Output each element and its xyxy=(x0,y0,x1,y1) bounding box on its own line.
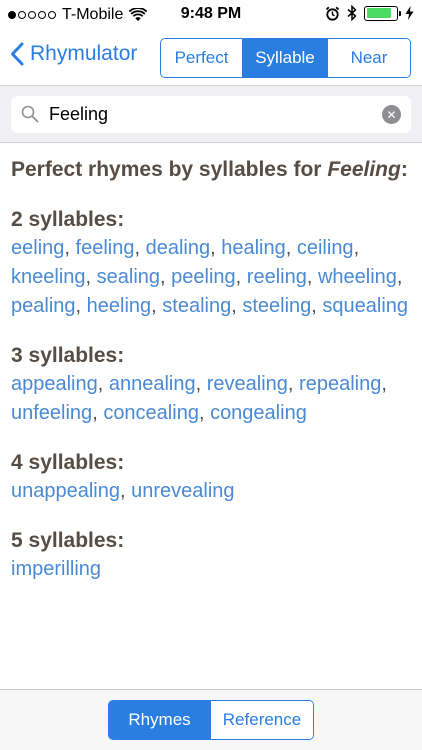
syllable-group: 4 syllables: unappealing, unrevealing xyxy=(11,448,411,506)
rhyme-list: eeling, feeling, dealing, healing, ceili… xyxy=(11,234,411,321)
syllable-group-title: 5 syllables: xyxy=(11,529,125,552)
rhyme-type-segmented-control: Perfect Syllable Near xyxy=(160,38,411,78)
battery-icon xyxy=(364,5,401,21)
rhyme-word-link[interactable]: wheeling xyxy=(318,266,397,288)
rhyme-separator: , xyxy=(160,266,172,288)
rhyme-word-link[interactable]: annealing xyxy=(109,373,196,395)
back-button-label: Rhymulator xyxy=(30,42,138,65)
rhyme-word-link[interactable]: eeling xyxy=(11,237,64,259)
search-input[interactable] xyxy=(49,96,369,133)
rhyme-word-link[interactable]: peeling xyxy=(171,266,236,288)
rhyme-separator: , xyxy=(151,295,163,317)
rhyme-separator: , xyxy=(287,373,300,395)
rhyme-word-link[interactable]: unappealing xyxy=(11,480,120,502)
rhyme-separator: , xyxy=(92,402,104,424)
heading-prefix: Perfect rhymes by syllables for xyxy=(11,158,322,181)
segment-perfect[interactable]: Perfect xyxy=(161,39,243,77)
tab-rhymes[interactable]: Rhymes xyxy=(109,701,211,739)
segment-perfect-label: Perfect xyxy=(174,48,229,67)
rhyme-word-link[interactable]: steeling xyxy=(242,295,311,317)
rhyme-separator: , xyxy=(396,266,403,288)
rhyme-word-link[interactable]: repealing xyxy=(299,373,381,395)
rhyme-separator: , xyxy=(85,266,97,288)
rhyme-word-link[interactable]: squealing xyxy=(322,295,408,317)
rhyme-word-link[interactable]: reeling xyxy=(247,266,307,288)
syllable-group-title: 4 syllables: xyxy=(11,451,125,474)
search-icon xyxy=(21,105,39,123)
segment-syllable-label: Syllable xyxy=(255,48,315,67)
syllable-group-title: 3 syllables: xyxy=(11,344,125,367)
search-box: ✕ xyxy=(11,96,411,133)
clear-icon[interactable]: ✕ xyxy=(382,105,401,124)
rhyme-separator: , xyxy=(210,237,222,259)
rhyme-word-link[interactable]: revealing xyxy=(207,373,288,395)
tab-reference-label: Reference xyxy=(222,710,302,729)
rhyme-word-link[interactable]: imperilling xyxy=(11,558,101,580)
rhyme-separator: , xyxy=(134,237,146,259)
results-heading: Perfect rhymes by syllables for Feeling: xyxy=(11,155,411,185)
rhyme-separator: , xyxy=(311,295,323,317)
syllable-group: 2 syllables: eeling, feeling, dealing, he… xyxy=(11,205,411,321)
rhyme-word-link[interactable]: appealing xyxy=(11,373,98,395)
bottom-toolbar: Rhymes Reference xyxy=(0,689,422,750)
bluetooth-icon xyxy=(347,5,357,21)
navigation-bar: Rhymulator Perfect Syllable Near xyxy=(0,30,422,85)
syllable-group: 3 syllables: appealing, annealing, reveal… xyxy=(11,341,411,428)
rhyme-word-link[interactable]: stealing xyxy=(162,295,231,317)
rhyme-list: unappealing, unrevealing xyxy=(11,477,411,506)
rhyme-separator: , xyxy=(120,480,132,502)
rhyme-word-link[interactable]: congealing xyxy=(210,402,307,424)
bottom-segmented-control: Rhymes Reference xyxy=(108,700,314,740)
heading-suffix: : xyxy=(400,158,408,181)
rhyme-word-link[interactable]: unfeeling xyxy=(11,402,92,424)
alarm-clock-icon xyxy=(325,6,340,21)
rhyme-word-link[interactable]: dealing xyxy=(146,237,211,259)
rhyme-separator: , xyxy=(285,237,297,259)
rhyme-word-link[interactable]: sealing xyxy=(97,266,160,288)
segment-syllable[interactable]: Syllable xyxy=(243,39,328,77)
chevron-left-icon xyxy=(11,42,24,66)
rhyme-word-link[interactable]: unrevealing xyxy=(131,480,234,502)
tab-rhymes-label: Rhymes xyxy=(128,710,191,729)
rhyme-separator: , xyxy=(198,402,211,424)
rhyme-separator: , xyxy=(306,266,318,288)
search-area: ✕ xyxy=(0,85,422,143)
rhyme-separator: , xyxy=(75,295,87,317)
rhyme-separator: , xyxy=(353,237,360,259)
rhyme-word-link[interactable]: feeling xyxy=(76,237,135,259)
syllable-group: 5 syllables: imperilling xyxy=(11,526,411,584)
segment-near[interactable]: Near xyxy=(328,39,410,77)
rhyme-word-link[interactable]: concealing xyxy=(103,402,199,424)
charging-bolt-icon xyxy=(405,6,414,20)
rhyme-word-link[interactable]: pealing xyxy=(11,295,76,317)
tab-reference[interactable]: Reference xyxy=(211,701,313,739)
syllable-group-title: 2 syllables: xyxy=(11,208,125,231)
back-button[interactable]: Rhymulator xyxy=(10,42,137,66)
rhyme-list: appealing, annealing, revealing, repeali… xyxy=(11,370,411,428)
rhyme-results: Perfect rhymes by syllables for Feeling:… xyxy=(0,143,422,689)
battery-level xyxy=(366,8,392,18)
rhyme-word-link[interactable]: kneeling xyxy=(11,266,86,288)
rhyme-separator: , xyxy=(231,295,243,317)
rhyme-separator: , xyxy=(195,373,207,395)
rhyme-list: imperilling xyxy=(11,555,411,584)
status-bar: T-Mobile 9:48 PM xyxy=(0,0,422,30)
rhyme-separator: , xyxy=(235,266,247,288)
syllable-groups: 2 syllables: eeling, feeling, dealing, he… xyxy=(11,205,411,584)
rhyme-separator: , xyxy=(64,237,76,259)
rhyme-separator: , xyxy=(381,373,387,395)
rhyme-word-link[interactable]: heeling xyxy=(87,295,152,317)
status-right xyxy=(325,5,414,21)
heading-word: Feeling xyxy=(327,158,401,181)
segment-near-label: Near xyxy=(350,48,388,67)
rhyme-separator: , xyxy=(97,373,109,395)
rhyme-word-link[interactable]: ceiling xyxy=(297,237,354,259)
rhyme-word-link[interactable]: healing xyxy=(221,237,286,259)
